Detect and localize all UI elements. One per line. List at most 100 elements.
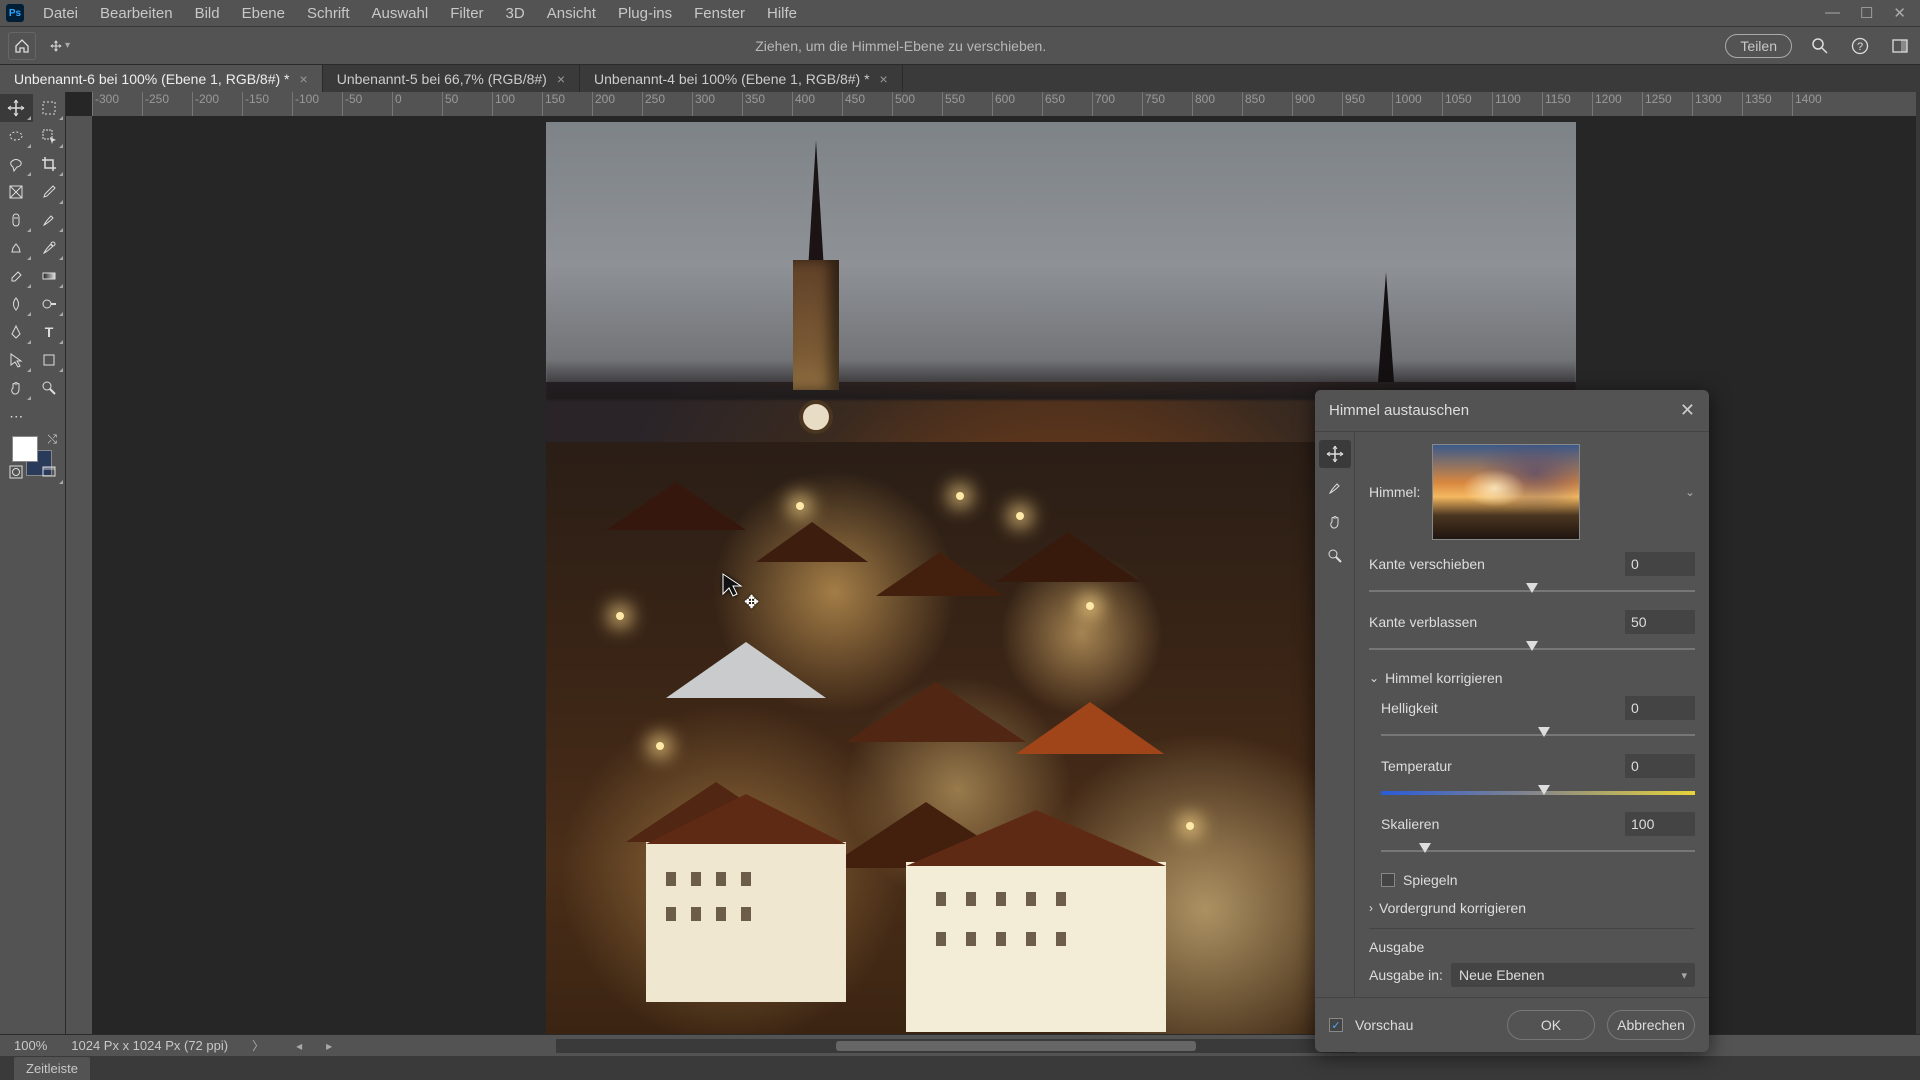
gradient-tool[interactable]: [33, 262, 66, 290]
flip-label: Spiegeln: [1403, 872, 1458, 888]
blur-tool[interactable]: [0, 290, 33, 318]
document-tab-1[interactable]: Unbenannt-6 bei 100% (Ebene 1, RGB/8#) *…: [0, 65, 323, 92]
timeline-tab[interactable]: Zeitleiste: [14, 1057, 90, 1080]
horizontal-scrollbar[interactable]: [556, 1039, 1356, 1053]
swap-colors-icon[interactable]: ⤭: [47, 432, 57, 447]
frame-tool[interactable]: [0, 178, 33, 206]
marquee-tool[interactable]: [0, 122, 33, 150]
share-button[interactable]: Teilen: [1725, 34, 1792, 58]
ruler-tick: 1150: [1542, 92, 1592, 116]
preview-checkbox[interactable]: ✓: [1329, 1018, 1343, 1032]
screen-mode-tool[interactable]: [33, 458, 66, 486]
history-brush-tool[interactable]: [33, 234, 66, 262]
sky-preset-thumbnail[interactable]: [1432, 444, 1580, 540]
ruler-tick: 100: [492, 92, 542, 116]
menu-plugins[interactable]: Plug-ins: [607, 5, 683, 22]
lasso-tool[interactable]: [0, 150, 33, 178]
sky-preset-dropdown-icon[interactable]: ⌄: [1685, 485, 1695, 499]
move-tool[interactable]: [0, 94, 33, 122]
output-to-select[interactable]: Neue Ebenen: [1451, 963, 1695, 987]
search-icon[interactable]: [1808, 34, 1832, 58]
shape-tool[interactable]: [33, 346, 66, 374]
menu-ansicht[interactable]: Ansicht: [536, 5, 607, 22]
edge-shift-slider[interactable]: [1369, 582, 1695, 600]
sky-label: Himmel:: [1369, 484, 1420, 500]
temperature-input[interactable]: [1625, 754, 1695, 778]
window-minimize[interactable]: —: [1825, 4, 1840, 22]
zoom-tool[interactable]: [33, 374, 66, 402]
help-icon[interactable]: ?: [1848, 34, 1872, 58]
workspace-icon[interactable]: [1888, 34, 1912, 58]
scale-slider[interactable]: [1381, 842, 1695, 860]
close-icon[interactable]: ×: [300, 71, 308, 87]
menu-bild[interactable]: Bild: [184, 5, 231, 22]
ok-button[interactable]: OK: [1507, 1010, 1595, 1040]
temperature-label: Temperatur: [1381, 758, 1625, 774]
dialog-title: Himmel austauschen: [1329, 402, 1469, 419]
menu-ebene[interactable]: Ebene: [231, 5, 296, 22]
edge-shift-input[interactable]: [1625, 552, 1695, 576]
document-tab-2-label: Unbenannt-5 bei 66,7% (RGB/8#): [337, 71, 547, 87]
sky-brush-tool[interactable]: [1319, 474, 1351, 502]
crop-tool[interactable]: [33, 150, 66, 178]
menu-hilfe[interactable]: Hilfe: [756, 5, 808, 22]
ruler-tick: 1050: [1442, 92, 1492, 116]
cancel-button[interactable]: Abbrechen: [1607, 1010, 1695, 1040]
dodge-tool[interactable]: [33, 290, 66, 318]
brightness-slider[interactable]: [1381, 726, 1695, 744]
document-tab-2[interactable]: Unbenannt-5 bei 66,7% (RGB/8#) ×: [323, 65, 580, 92]
ruler-tick: 200: [592, 92, 642, 116]
artboard-tool[interactable]: [33, 94, 66, 122]
hand-tool[interactable]: [0, 374, 33, 402]
status-nav-right-icon[interactable]: ▸: [326, 1039, 332, 1053]
zoom-level[interactable]: 100%: [14, 1038, 47, 1053]
menu-auswahl[interactable]: Auswahl: [361, 5, 440, 22]
menu-filter[interactable]: Filter: [439, 5, 494, 22]
scale-input[interactable]: [1625, 812, 1695, 836]
window-close[interactable]: ✕: [1893, 4, 1906, 22]
path-select-tool[interactable]: [0, 346, 33, 374]
foreground-adjust-section[interactable]: ›Vordergrund korrigieren: [1369, 900, 1695, 916]
temperature-slider[interactable]: [1381, 784, 1695, 802]
sky-adjust-section[interactable]: ⌄Himmel korrigieren: [1369, 670, 1695, 686]
menu-fenster[interactable]: Fenster: [683, 5, 756, 22]
brightness-input[interactable]: [1625, 696, 1695, 720]
menu-schrift[interactable]: Schrift: [296, 5, 361, 22]
object-select-tool[interactable]: [33, 122, 66, 150]
edit-toolbar[interactable]: ⋯: [0, 402, 33, 430]
edge-fade-slider[interactable]: [1369, 640, 1695, 658]
sky-zoom-tool[interactable]: [1319, 542, 1351, 570]
quick-mask-tool[interactable]: [0, 458, 33, 486]
edge-fade-input[interactable]: [1625, 610, 1695, 634]
ruler-tick: 300: [692, 92, 742, 116]
ruler-tick: 0: [392, 92, 442, 116]
close-icon[interactable]: ×: [880, 71, 888, 87]
pen-tool[interactable]: [0, 318, 33, 346]
home-button[interactable]: [8, 32, 36, 60]
menu-bearbeiten[interactable]: Bearbeiten: [89, 5, 184, 22]
dialog-close-icon[interactable]: ✕: [1680, 400, 1695, 421]
ruler-tick: -200: [192, 92, 242, 116]
sky-move-tool[interactable]: [1319, 440, 1351, 468]
type-tool[interactable]: T: [33, 318, 66, 346]
eyedropper-tool[interactable]: [33, 178, 66, 206]
svg-text:?: ?: [1857, 41, 1863, 53]
current-tool-indicator[interactable]: [50, 36, 70, 56]
close-icon[interactable]: ×: [557, 71, 565, 87]
eraser-tool[interactable]: [0, 262, 33, 290]
ruler-vertical[interactable]: [66, 116, 92, 1034]
document-tab-3[interactable]: Unbenannt-4 bei 100% (Ebene 1, RGB/8#) *…: [580, 65, 903, 92]
flip-checkbox[interactable]: [1381, 873, 1395, 887]
status-nav-left-icon[interactable]: ◂: [296, 1039, 302, 1053]
clone-stamp-tool[interactable]: [0, 234, 33, 262]
brush-tool[interactable]: [33, 206, 66, 234]
ruler-horizontal[interactable]: -300-250-200-150-100-5005010015020025030…: [92, 92, 1916, 116]
brightness-label: Helligkeit: [1381, 700, 1625, 716]
healing-brush-tool[interactable]: [0, 206, 33, 234]
sky-hand-tool[interactable]: [1319, 508, 1351, 536]
menu-3d[interactable]: 3D: [495, 5, 536, 22]
status-chevron-icon[interactable]: 〉: [252, 1037, 264, 1054]
window-maximize[interactable]: ☐: [1860, 4, 1873, 22]
ruler-tick: 1300: [1692, 92, 1742, 116]
menu-datei[interactable]: Datei: [32, 5, 89, 22]
